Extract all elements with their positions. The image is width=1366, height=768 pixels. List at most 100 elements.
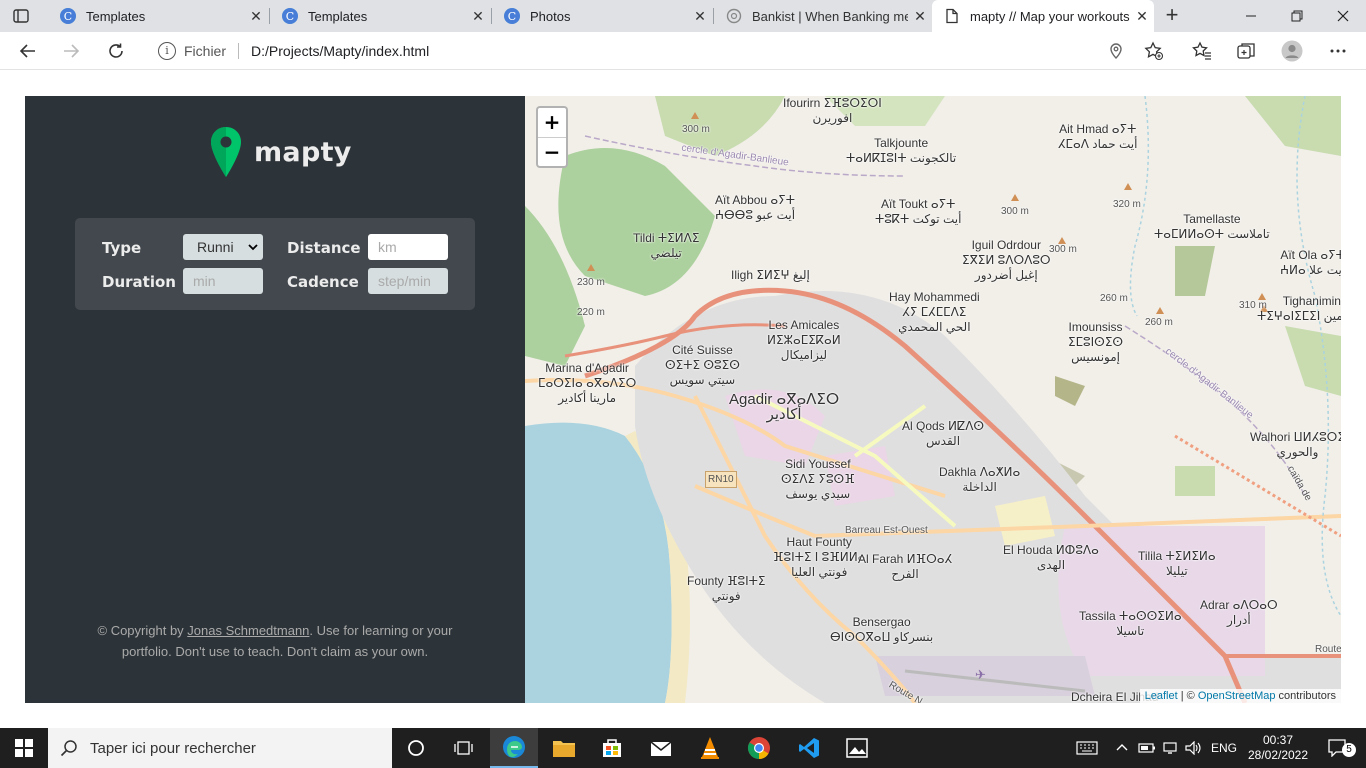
volume-icon[interactable] <box>1184 728 1204 768</box>
cadence-input[interactable]: step/min <box>368 268 448 294</box>
close-icon[interactable]: ✕ <box>1130 8 1154 25</box>
scheme-label: Fichier <box>184 43 227 59</box>
minimize-button[interactable] <box>1228 0 1274 32</box>
store-icon <box>603 739 621 757</box>
collections-icon[interactable] <box>1233 38 1259 64</box>
elevation-label: 260 m <box>1145 317 1173 328</box>
place-label: Sidi Youssef ⵙⵉⴷⵉ ⵢⵓⵙⴼ سيدي يوسف <box>781 457 855 501</box>
place-label: Iligh ⵉⵍⵉⵖ إليغ <box>731 268 810 282</box>
info-icon[interactable]: i <box>158 42 176 60</box>
place-label: Marina d'Agadir ⵎⴰⵔⵉⵏⴰ ⴰⴳⴰⴷⵉⵔ مارينا أكادي… <box>538 361 637 405</box>
place-label: Tighaniminⵜⵉⵖⴰⵏⵉⵎⵉⵏ تيغانيمين <box>1257 294 1341 323</box>
close-icon[interactable]: ✕ <box>244 8 268 25</box>
place-label: Les Amicales ⵍⵉⵣⴰⵎⵉⴽⴰⵍ ليزاميكال <box>767 318 841 362</box>
road-label: Barreau Est-Ouest <box>845 525 928 536</box>
svg-text:C: C <box>64 10 72 23</box>
zoom-in-button[interactable]: + <box>538 108 566 137</box>
place-label: Dakhla ⴷⴰⵅⵍⴰ الداخلة <box>939 465 1021 494</box>
favorites-icon[interactable] <box>1189 38 1215 64</box>
url-text[interactable]: D:/Projects/Mapty/index.html <box>251 43 429 59</box>
network-icon[interactable] <box>1161 728 1181 768</box>
map[interactable]: ✈ Ifourirn ⵉⴼⵓⵔⵉⵔⵏ افوريرن Talkjounte ⵜⴰⵍⴽ… <box>525 96 1341 703</box>
distance-input[interactable]: km <box>368 234 448 260</box>
place-label: Talkjounte ⵜⴰⵍⴽⵊⵓⵏⵜ تالكجونت <box>846 136 957 165</box>
leaflet-link[interactable]: Leaflet <box>1145 690 1178 702</box>
forward-button[interactable] <box>58 38 84 64</box>
place-label: Walhori ⵡⵍⵃⵓⵔⵉ والحوري <box>1250 430 1341 459</box>
more-icon[interactable] <box>1325 38 1351 64</box>
clock[interactable]: 00:37 28/02/2022 <box>1244 728 1312 768</box>
osm-link[interactable]: OpenStreetMap <box>1198 690 1276 702</box>
attribution-suffix: contributors <box>1275 690 1336 702</box>
zoom-control: + − <box>536 106 568 168</box>
duration-label: Duration <box>102 273 176 291</box>
start-button[interactable] <box>0 728 48 768</box>
battery-icon[interactable] <box>1137 728 1157 768</box>
cortana-icon[interactable] <box>392 728 440 768</box>
file-explorer-app[interactable] <box>540 728 588 768</box>
address-bar[interactable]: i Fichier D:/Projects/Mapty/index.html <box>144 36 1174 66</box>
windows-icon <box>15 739 33 757</box>
touch-keyboard-icon[interactable] <box>1070 728 1104 768</box>
new-tab-button[interactable]: + <box>1160 4 1184 28</box>
place-label: Tamellaste ⵜⴰⵎⵍⵍⴰⵙⵜ تاملاست <box>1154 212 1270 241</box>
location-icon[interactable] <box>1103 38 1129 64</box>
taskbar: Taper ici pour rechercher ENG 00:37 28/0… <box>0 728 1366 768</box>
folder-icon <box>553 741 575 757</box>
edge-icon <box>503 736 525 758</box>
browser-tab[interactable]: C Templates ✕ <box>48 0 268 32</box>
close-icon[interactable]: ✕ <box>466 8 490 25</box>
refresh-button[interactable] <box>103 38 129 64</box>
duration-placeholder: min <box>193 273 216 289</box>
store-app[interactable] <box>588 728 636 768</box>
document-icon <box>946 8 958 24</box>
browser-tab[interactable]: Bankist | When Banking meet ✕ <box>714 0 932 32</box>
chrome-icon <box>748 737 770 759</box>
logo: mapty <box>210 126 352 178</box>
notifications-button[interactable]: 5 <box>1318 728 1358 768</box>
clock-date: 28/02/2022 <box>1247 748 1309 762</box>
add-favorite-icon[interactable] <box>1141 38 1167 64</box>
browser-toolbar: i Fichier D:/Projects/Mapty/index.html <box>0 32 1366 70</box>
close-window-button[interactable] <box>1320 0 1366 32</box>
language-indicator[interactable]: ENG <box>1208 728 1240 768</box>
close-icon[interactable]: ✕ <box>908 8 932 25</box>
tab-title: Photos <box>530 8 571 24</box>
copyright-suffix: . Use for learning or your <box>309 623 453 638</box>
sidebar: mapty Type Runni Distance km Duration mi… <box>25 96 525 703</box>
place-label: Ifourirn ⵉⴼⵓⵔⵉⵔⵏ افوريرن <box>783 96 882 125</box>
author-link[interactable]: Jonas Schmedtmann <box>187 623 309 638</box>
search-placeholder: Taper ici pour rechercher <box>90 739 256 757</box>
zoom-out-button[interactable]: − <box>538 137 566 166</box>
restore-button[interactable] <box>1274 0 1320 32</box>
back-button[interactable] <box>15 38 41 64</box>
place-label: Aït Ola ⴰⵢⵜⵄⵍⴰ أيت علا <box>1280 248 1341 277</box>
browser-tab[interactable]: C Templates ✕ <box>270 0 490 32</box>
photos-app[interactable] <box>833 728 881 768</box>
chevron-up-icon[interactable] <box>1113 728 1131 768</box>
browser-tab[interactable]: C Photos ✕ <box>492 0 712 32</box>
place-label: Tildi ⵜⵉⵍⴷⵉ تيلضي <box>633 231 700 260</box>
cadence-placeholder: step/min <box>378 273 431 289</box>
browser-tab-active[interactable]: mapty // Map your workouts ✕ <box>932 0 1154 32</box>
attribution-separator: | © <box>1177 690 1198 702</box>
task-view-icon[interactable] <box>440 728 488 768</box>
chrome-app[interactable] <box>735 728 783 768</box>
mail-icon <box>650 741 672 756</box>
place-label: Aït Abbou ⴰⵢⵜ ⵄⴱⴱⵓ أيت عبو <box>715 193 796 222</box>
vscode-app[interactable] <box>785 728 833 768</box>
close-icon[interactable]: ✕ <box>688 8 712 25</box>
profile-avatar[interactable] <box>1279 38 1305 64</box>
edge-app[interactable] <box>490 728 538 768</box>
type-select[interactable]: Runni <box>183 234 263 260</box>
place-label: Founty ⴼⵓⵏⵜⵉ فونتي <box>687 574 766 603</box>
tab-actions-icon[interactable] <box>12 7 30 25</box>
vlc-app[interactable] <box>686 728 734 768</box>
svg-text:C: C <box>286 10 294 23</box>
taskbar-search[interactable]: Taper ici pour rechercher <box>48 728 392 768</box>
page: mapty Type Runni Distance km Duration mi… <box>0 71 1366 728</box>
place-label: Tassila ⵜⴰⵙⵙⵉⵍⴰ تاسيلا <box>1079 609 1182 638</box>
search-icon <box>60 740 77 757</box>
mail-app[interactable] <box>637 728 685 768</box>
duration-input[interactable]: min <box>183 268 263 294</box>
